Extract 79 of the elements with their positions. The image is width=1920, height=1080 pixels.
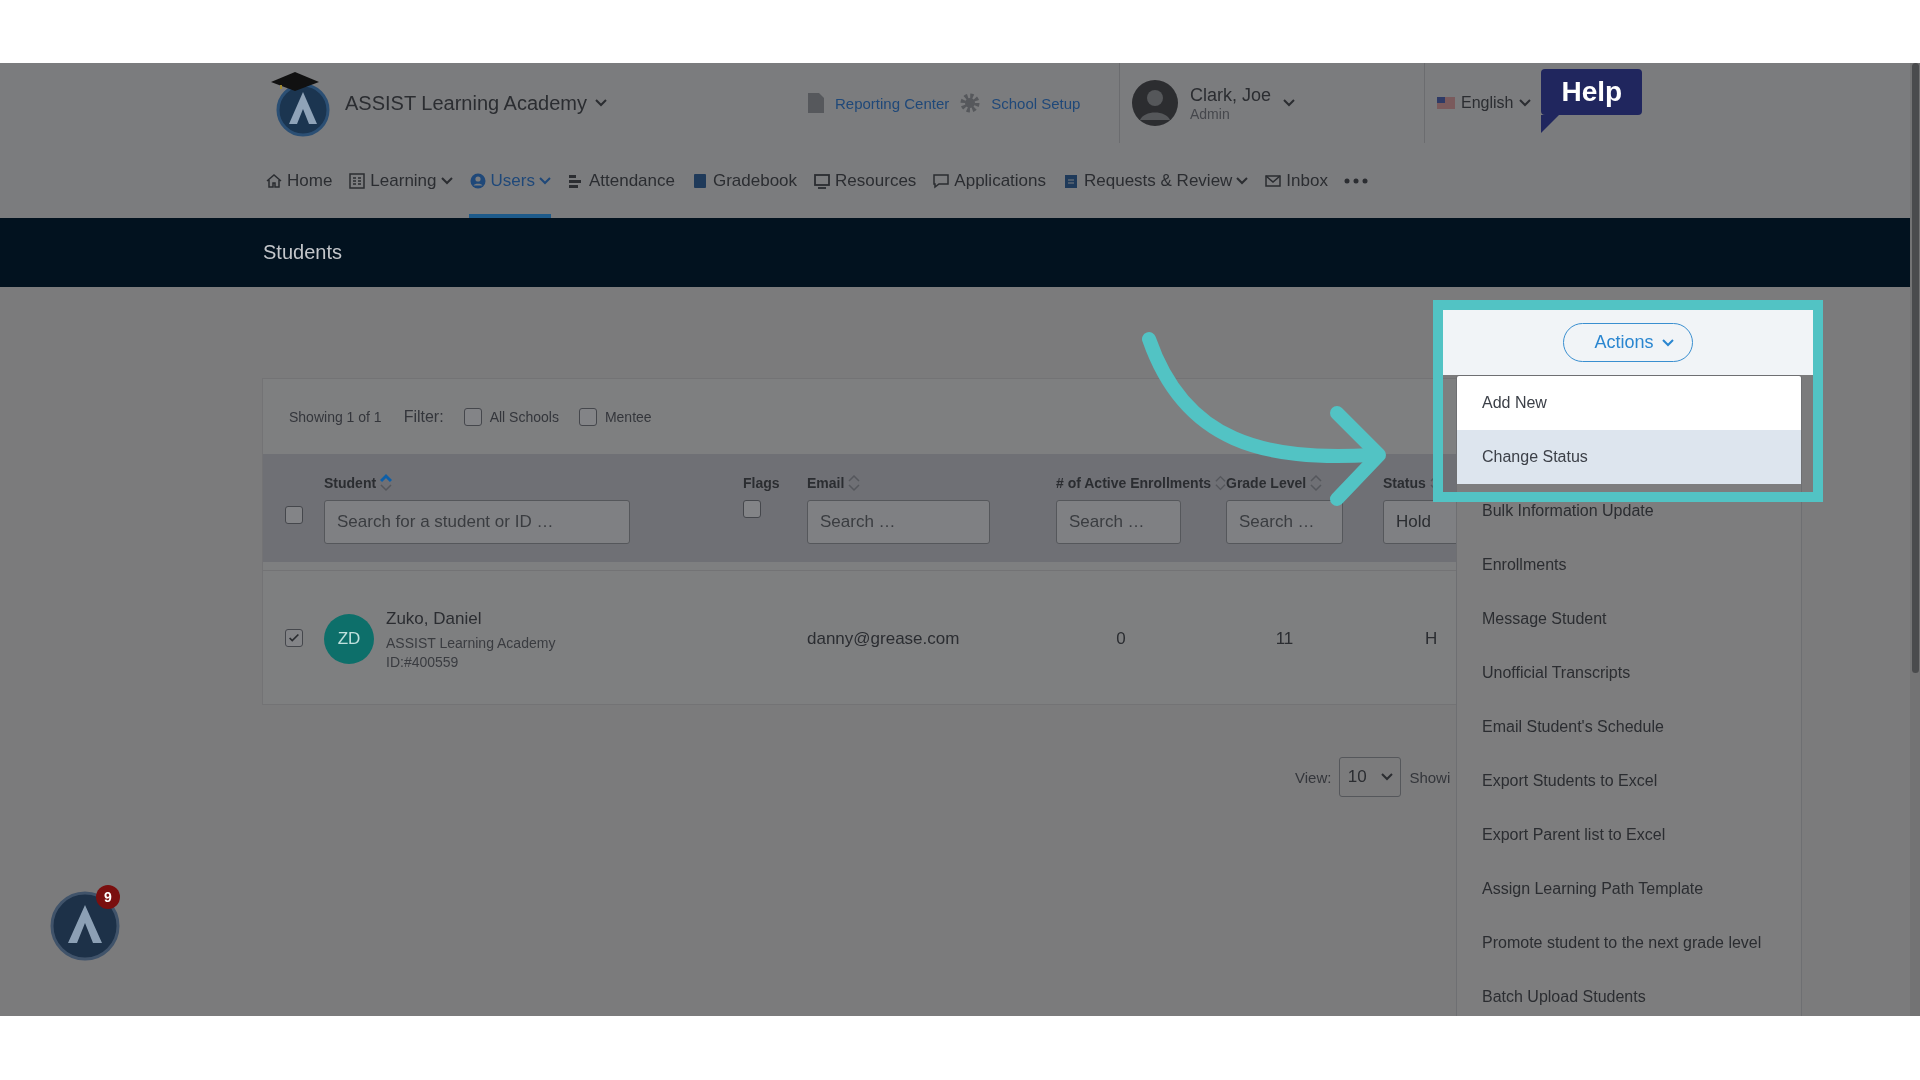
caret-icon: [595, 99, 607, 107]
checkbox[interactable]: [743, 500, 761, 518]
table-cell: danny@grease.com: [807, 629, 960, 648]
menu-item[interactable]: Export Parent list to Excel: [1457, 808, 1801, 862]
nav-tab[interactable]: Learning: [348, 143, 453, 218]
sort-icon[interactable]: [1215, 473, 1226, 493]
view-label: View:: [1295, 768, 1332, 786]
filter-option[interactable]: Mentee: [604, 408, 652, 425]
page-title: Students: [263, 241, 342, 264]
column-header: # of Active Enrollments: [1056, 475, 1212, 491]
caret-icon: [1283, 99, 1296, 107]
monitor-icon: [813, 171, 832, 190]
notification-badge: 9: [96, 885, 120, 909]
student-school: ASSIST Learning Academy: [386, 634, 556, 651]
caret-icon: [1519, 99, 1532, 107]
chat-icon: [932, 171, 951, 190]
filter-option[interactable]: All Schools: [489, 408, 559, 425]
document-icon: [807, 92, 825, 114]
menu-item[interactable]: Bulk Information Update: [1457, 484, 1801, 538]
search-field[interactable]: Search for a student or ID …: [324, 500, 630, 544]
menu-item[interactable]: Change Status: [1457, 430, 1801, 484]
chat-launcher-icon[interactable]: [50, 891, 120, 961]
search-field[interactable]: Search …: [1056, 500, 1181, 544]
home-icon: [265, 171, 283, 190]
checkbox[interactable]: [285, 628, 303, 647]
table-cell: 0: [1116, 629, 1126, 648]
menu-item[interactable]: Add New: [1457, 376, 1801, 430]
sort-icon[interactable]: [848, 473, 861, 493]
reporting-center-link[interactable]: Reporting Center: [835, 94, 950, 112]
nav-tab[interactable]: Home: [265, 143, 333, 218]
user-name[interactable]: Clark, Joe: [1190, 84, 1272, 106]
checkbox[interactable]: [578, 407, 597, 426]
nav-tab[interactable]: Inbox: [1264, 143, 1328, 218]
sort-icon[interactable]: [1310, 473, 1323, 493]
page-size-select[interactable]: 10: [1339, 757, 1402, 797]
avatar[interactable]: [1132, 80, 1178, 126]
student-id: ID:#400559: [386, 653, 460, 670]
sort-icon[interactable]: [380, 473, 393, 493]
menu-item[interactable]: Export Students to Excel: [1457, 754, 1801, 808]
menu-item[interactable]: Promote student to the next grade level: [1457, 916, 1801, 970]
column-header: Student: [324, 475, 377, 491]
column-header: Email: [807, 475, 845, 491]
nav-tab[interactable]: Gradebook: [690, 143, 798, 218]
menu-item[interactable]: Enrollments: [1457, 538, 1801, 592]
language-select[interactable]: English: [1461, 94, 1514, 112]
user-icon: [468, 171, 487, 190]
menu-item[interactable]: Message Student: [1457, 592, 1801, 646]
student-avatar: ZD: [324, 614, 374, 664]
gear-icon: [959, 92, 982, 114]
flag-icon: [1437, 97, 1455, 109]
status-select[interactable]: Hold: [1383, 500, 1457, 544]
more-icon[interactable]: [1343, 177, 1368, 184]
school-setup-link[interactable]: School Setup: [991, 94, 1081, 112]
menu-item[interactable]: Assign Learning Path Template: [1457, 862, 1801, 916]
caret-icon: [1661, 338, 1674, 347]
showing-text: Showi: [1409, 768, 1451, 786]
menu-item[interactable]: Batch Upload Students: [1457, 970, 1801, 1016]
school-name[interactable]: ASSIST Learning Academy: [345, 91, 587, 115]
table-cell: 11: [1275, 629, 1294, 648]
menu-item[interactable]: Unofficial Transcripts: [1457, 646, 1801, 700]
search-field[interactable]: Search …: [1226, 500, 1343, 544]
student-name[interactable]: Zuko, Daniel: [386, 608, 556, 629]
column-header: Status: [1383, 475, 1426, 491]
filter-label: Filter:: [403, 407, 444, 426]
column-header: Flags: [743, 475, 780, 491]
caret-icon: [1381, 773, 1394, 781]
grid-icon: [348, 171, 367, 190]
nav-tab[interactable]: Applications: [932, 143, 1046, 218]
scrollbar-thumb[interactable]: [1912, 63, 1919, 673]
search-field[interactable]: Search …: [807, 500, 990, 544]
nav-tab[interactable]: Attendance: [566, 143, 675, 218]
nav-tab[interactable]: Resources: [813, 143, 917, 218]
menu-item[interactable]: Email Student's Schedule: [1457, 700, 1801, 754]
column-header: Grade Level: [1226, 475, 1307, 491]
table-cell: H: [1425, 629, 1438, 648]
checkbox[interactable]: [463, 407, 482, 426]
nav-tab[interactable]: Requests & Review: [1062, 143, 1249, 218]
checkbox[interactable]: [285, 506, 303, 524]
result-count: Showing 1 of 1: [289, 408, 382, 425]
